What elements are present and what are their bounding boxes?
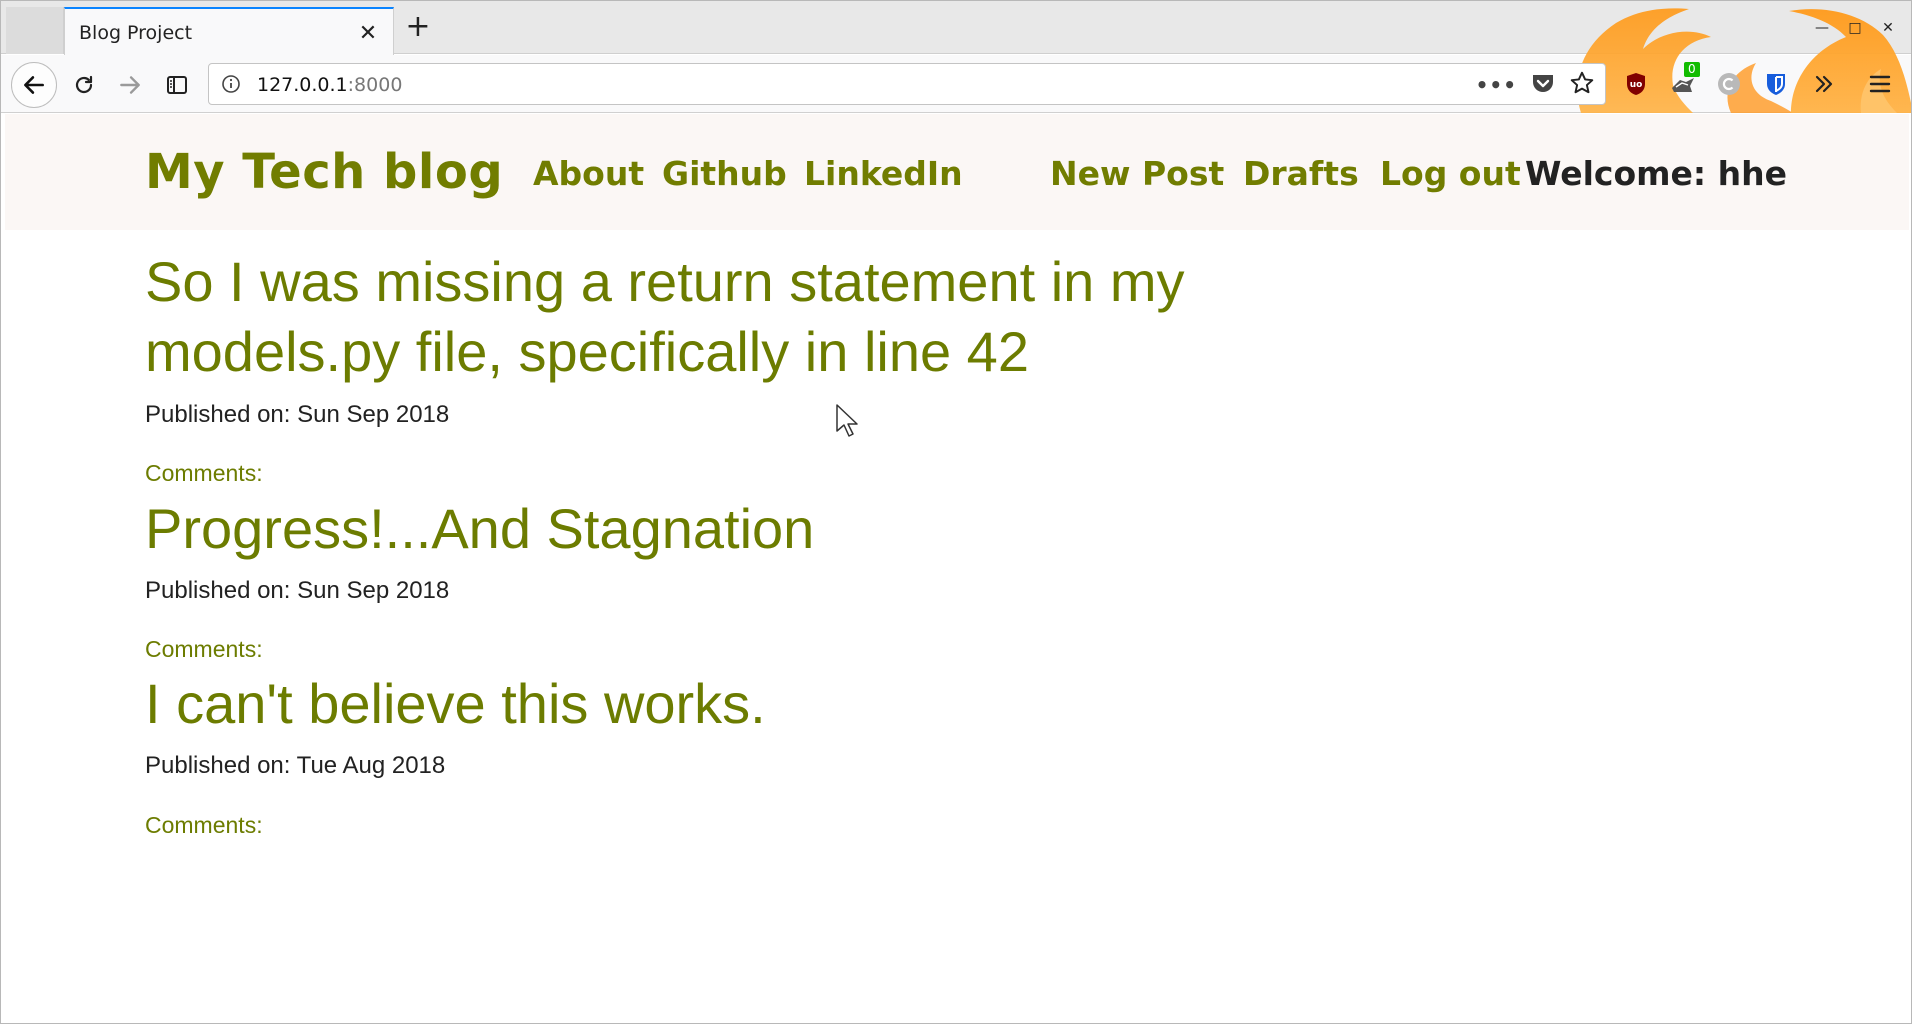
browser-window: Blog Project ✕ + — □ ✕ 127.0.0.1:8000 ••… xyxy=(0,0,1912,1024)
url-text: 127.0.0.1:8000 xyxy=(257,74,402,96)
post-title-link[interactable]: I can't believe this works. xyxy=(145,669,1195,739)
back-button[interactable] xyxy=(11,62,57,108)
post-comments-link[interactable]: Comments: xyxy=(145,460,263,487)
page-viewport: My Tech blog About Github LinkedIn New P… xyxy=(5,114,1909,1020)
page-actions-icon[interactable]: ••• xyxy=(1476,73,1517,97)
reload-icon xyxy=(75,75,93,94)
url-port: :8000 xyxy=(347,74,403,96)
hamburger-menu-icon[interactable] xyxy=(1865,69,1895,99)
site-info-icon[interactable] xyxy=(221,74,241,98)
extension-count-badge: 0 xyxy=(1684,62,1700,77)
svg-text:uo: uo xyxy=(1630,80,1643,90)
url-bar[interactable]: 127.0.0.1:8000 ••• xyxy=(208,63,1606,105)
arrow-left-icon xyxy=(24,76,44,94)
tab-blog-project[interactable]: Blog Project ✕ xyxy=(64,7,394,55)
bookmark-star-icon[interactable] xyxy=(1569,70,1595,100)
nav-about-link[interactable]: About xyxy=(533,154,644,193)
overflow-chevron-icon[interactable] xyxy=(1809,69,1839,99)
bitwarden-icon[interactable] xyxy=(1761,69,1791,99)
pocket-icon[interactable] xyxy=(1531,72,1555,98)
post-comments-link[interactable]: Comments: xyxy=(145,812,263,839)
tab-overflow-area xyxy=(6,7,64,54)
post-published-date: Published on: Sun Sep 2018 xyxy=(145,577,450,604)
site-header: My Tech blog About Github LinkedIn New P… xyxy=(5,114,1909,230)
nav-logout-link[interactable]: Log out xyxy=(1380,154,1521,193)
post-title-link[interactable]: So I was missing a return statement in m… xyxy=(145,247,1195,387)
nav-drafts-link[interactable]: Drafts xyxy=(1243,154,1359,193)
url-host: 127.0.0.1 xyxy=(257,74,348,96)
arrow-right-icon xyxy=(120,76,140,94)
site-brand-link[interactable]: My Tech blog xyxy=(145,144,503,200)
sidebar-button[interactable] xyxy=(154,62,200,108)
grey-circle-extension-icon[interactable] xyxy=(1714,69,1744,99)
minimize-icon[interactable]: — xyxy=(1811,17,1833,39)
forward-button[interactable] xyxy=(107,62,153,108)
welcome-text: Welcome: hhe xyxy=(1525,154,1787,193)
window-close-icon[interactable]: ✕ xyxy=(1877,17,1899,39)
new-tab-icon[interactable]: + xyxy=(403,12,433,43)
post-published-date: Published on: Tue Aug 2018 xyxy=(145,752,446,779)
reload-button[interactable] xyxy=(61,62,107,108)
sidebar-icon xyxy=(167,76,187,94)
nav-new-post-link[interactable]: New Post xyxy=(1050,154,1224,193)
post-comments-link[interactable]: Comments: xyxy=(145,636,263,663)
ghost-extension-icon xyxy=(1672,78,1694,92)
extension-with-badge[interactable]: 0 xyxy=(1668,62,1700,99)
ublock-origin-icon[interactable]: uo xyxy=(1621,69,1651,99)
post-published-date: Published on: Sun Sep 2018 xyxy=(145,401,450,428)
url-actions: ••• xyxy=(1476,70,1595,100)
close-tab-icon[interactable]: ✕ xyxy=(355,21,381,47)
maximize-icon[interactable]: □ xyxy=(1844,17,1866,39)
nav-linkedin-link[interactable]: LinkedIn xyxy=(804,154,963,193)
post-title-link[interactable]: Progress!...And Stagnation xyxy=(145,494,1195,564)
mouse-cursor-icon xyxy=(836,404,858,437)
tab-title: Blog Project xyxy=(79,22,193,44)
nav-github-link[interactable]: Github xyxy=(662,154,787,193)
